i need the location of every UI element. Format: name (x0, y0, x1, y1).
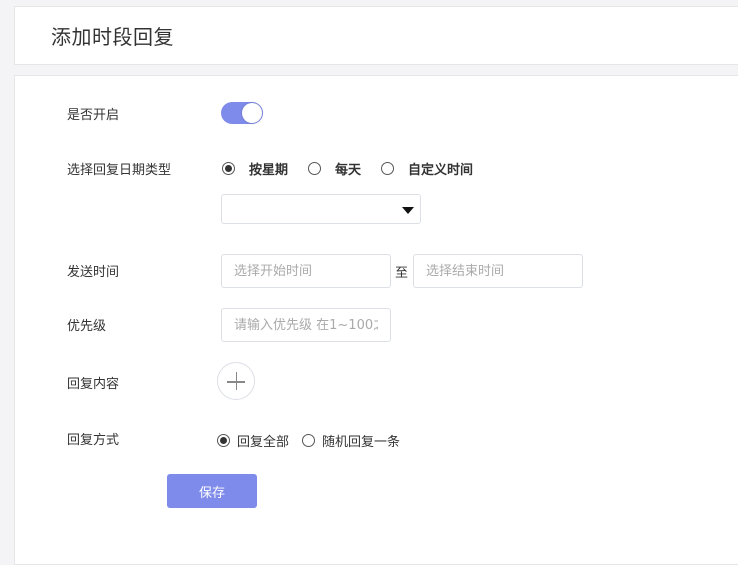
date-type-option-label: 按星期 (249, 163, 289, 178)
date-type-option-daily[interactable]: 每天 (308, 159, 361, 178)
reply-mode-option-label: 回复全部 (237, 435, 290, 450)
send-time-label: 发送时间 (67, 265, 120, 280)
add-content-button[interactable] (217, 362, 255, 400)
radio-checked-icon[interactable] (217, 434, 230, 447)
radio-unchecked-icon[interactable] (308, 162, 322, 175)
weekday-select[interactable] (221, 194, 421, 224)
reply-form: 是否开启 选择回复日期类型 按星期 每天 自定义时间 发送时间 至 优先级 回复… (14, 75, 738, 565)
enable-label: 是否开启 (67, 108, 120, 123)
date-type-label: 选择回复日期类型 (67, 163, 172, 178)
reply-mode-label: 回复方式 (67, 433, 120, 448)
save-button[interactable]: 保存 (167, 474, 257, 508)
date-type-option-custom[interactable]: 自定义时间 (381, 159, 473, 178)
page-header: 添加时段回复 (14, 6, 738, 65)
toggle-knob (242, 103, 262, 123)
reply-mode-radio-group: 回复全部 随机回复一条 (217, 431, 400, 450)
radio-unchecked-icon[interactable] (302, 434, 316, 447)
priority-label: 优先级 (67, 319, 107, 334)
caret-down-icon (402, 207, 414, 214)
end-time-input[interactable] (413, 254, 583, 288)
date-type-option-label: 每天 (335, 163, 362, 178)
priority-input[interactable] (221, 308, 391, 342)
enable-toggle[interactable] (221, 102, 263, 124)
radio-checked-icon[interactable] (222, 162, 235, 175)
content-label: 回复内容 (67, 377, 120, 392)
start-time-input[interactable] (221, 254, 391, 288)
date-type-option-weekly[interactable]: 按星期 (222, 159, 288, 178)
radio-unchecked-icon[interactable] (381, 162, 395, 175)
page-title: 添加时段回复 (51, 25, 174, 49)
date-type-radio-group: 按星期 每天 自定义时间 (222, 159, 473, 178)
date-type-option-label: 自定义时间 (408, 163, 474, 178)
reply-mode-option-label: 随机回复一条 (322, 435, 401, 450)
time-range-separator: 至 (395, 266, 409, 281)
reply-mode-option-random[interactable]: 随机回复一条 (302, 431, 400, 450)
reply-mode-option-all[interactable]: 回复全部 (217, 431, 289, 450)
